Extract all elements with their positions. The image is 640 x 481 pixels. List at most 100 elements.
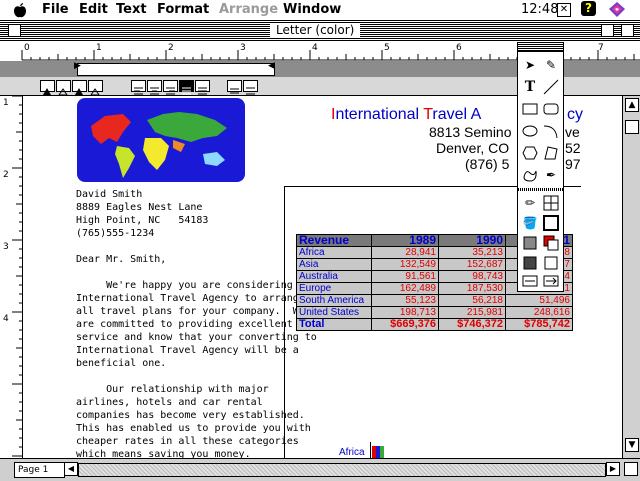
align-right-icon[interactable] [163,80,178,95]
tab-left-icon[interactable] [40,80,55,95]
table-total-cell[interactable]: $746,372 [438,318,506,331]
window-close-box[interactable] [8,24,21,37]
spacing-single-icon[interactable] [227,80,242,94]
table-cell[interactable]: 35,213 [438,246,506,259]
palette-drag-bar[interactable] [518,43,563,52]
eyedropper-tool-icon[interactable]: ✎ [541,55,561,75]
tab-right-icon[interactable] [72,80,87,95]
table-cell[interactable]: 187,530 [438,282,506,295]
tab-center-icon[interactable] [56,80,71,96]
arrowhead-tool-icon[interactable] [541,271,561,291]
table-cell-region[interactable]: Australia [296,270,372,283]
oval-tool-icon[interactable] [520,121,540,141]
table-total-row[interactable]: Total $669,376 $746,372 $785,742 [296,318,573,331]
paragraph-2-line-3: companies has become very established. [76,410,305,421]
menu-file[interactable]: File [42,2,69,17]
menu-edit[interactable]: Edit [79,2,108,17]
scroll-up-arrow-icon[interactable]: ▲ [625,98,639,112]
gradient-tool-icon[interactable] [520,253,540,273]
window-title: Letter (color) [270,23,361,37]
window-zoom-box[interactable] [601,24,614,37]
vertical-ruler[interactable]: 1 2 3 4 [0,96,23,458]
line-tool-icon[interactable] [541,77,561,97]
grid-tool-icon[interactable] [541,193,561,213]
table-row[interactable]: South America 55,123 56,218 51,496 [296,294,573,307]
application-menu-icon[interactable] [608,1,626,18]
menu-arrange[interactable]: Arrange [219,2,278,17]
spacing-double-icon[interactable] [243,80,258,95]
table-cell[interactable]: 56,218 [438,294,506,307]
paragraph-2-line-4: This has enabled us to provide you with [76,423,311,434]
rounded-rectangle-tool-icon[interactable] [541,99,561,119]
line-width-tool-icon[interactable] [541,253,561,273]
table-row[interactable]: United States 198,713 215,981 248,616 [296,306,573,319]
resize-box-icon[interactable] [624,462,638,476]
table-cell[interactable]: 51,496 [505,294,573,307]
rectangle-tool-icon[interactable] [520,99,540,119]
align-full-icon[interactable] [195,80,210,95]
align-justify-icon[interactable] [179,80,194,95]
table-cell[interactable]: 198,713 [371,306,439,319]
page-indicator[interactable]: Page 1 [14,462,65,478]
apple-menu-icon[interactable] [12,2,28,18]
pattern-tool-icon[interactable] [520,233,540,253]
arrow-tool-icon[interactable]: ➤ [520,55,540,75]
right-indent-marker-icon[interactable]: ◀ [268,61,275,71]
line-style-tool-icon[interactable] [520,271,540,291]
table-cell[interactable]: 55,123 [371,294,439,307]
menu-window[interactable]: Window [283,2,341,17]
help-icon[interactable]: ? [581,1,596,16]
recipient-name: David Smith [76,189,143,200]
scroll-thumb[interactable] [625,120,639,134]
ruler-number-2: 2 [168,43,174,53]
freehand-polygon-tool-icon[interactable] [541,143,561,163]
paragraph-1-line-4: are committed to providing excellent [76,319,293,330]
bezier-tool-icon[interactable]: ✒ [541,165,561,185]
table-cell-region[interactable]: United States [296,306,372,319]
freehand-tool-icon[interactable] [520,165,540,185]
table-total-label[interactable]: Total [296,318,372,331]
text-tool-icon[interactable]: T [520,77,540,97]
table-cell-region[interactable]: South America [296,294,372,307]
scroll-left-arrow-icon[interactable]: ◀ [64,462,78,476]
close-box-icon[interactable]: ✕ [557,3,571,17]
window-title-bar[interactable]: Letter (color) [0,21,640,41]
table-total-cell[interactable]: $669,376 [371,318,439,331]
table-cell-region[interactable]: Europe [296,282,372,295]
paragraph-2-line-5: cheaper rates in all these categories [76,436,299,447]
table-cell[interactable]: 215,981 [438,306,506,319]
chart-label-africa: Africa [339,447,365,458]
horizontal-scroll-track[interactable] [78,463,606,477]
vertical-scrollbar[interactable]: ▲ ▼ [622,96,640,458]
color-palette-tool-icon[interactable] [541,233,561,253]
table-cell[interactable]: 28,941 [371,246,439,259]
fill-color-swatch-icon[interactable] [541,213,561,233]
table-total-cell[interactable]: $785,742 [505,318,573,331]
window-collapse-box[interactable] [621,24,634,37]
table-cell[interactable]: 98,743 [438,270,506,283]
address-line2: Denver, CO [436,140,510,156]
text-column-margins[interactable] [77,63,275,76]
table-cell-region[interactable]: Africa [296,246,372,259]
polygon-tool-icon[interactable] [520,143,540,163]
table-cell[interactable]: 162,489 [371,282,439,295]
align-center-icon[interactable] [147,80,162,95]
table-cell[interactable]: 132,549 [371,258,439,271]
tab-decimal-icon[interactable] [88,80,103,96]
vruler-number-2: 2 [3,170,9,180]
menu-text[interactable]: Text [116,2,147,17]
table-cell[interactable]: 248,616 [505,306,573,319]
table-cell[interactable]: 91,561 [371,270,439,283]
pencil-tool-icon[interactable]: ✏ [520,193,540,213]
ruler-number-5: 5 [384,43,390,53]
salutation: Dear Mr. Smith, [76,254,167,265]
scroll-right-arrow-icon[interactable]: ▶ [606,462,620,476]
table-cell-region[interactable]: Asia [296,258,372,271]
align-left-icon[interactable] [131,80,146,95]
menu-format[interactable]: Format [157,2,209,17]
table-cell[interactable]: 152,687 [438,258,506,271]
scroll-down-arrow-icon[interactable]: ▼ [625,438,639,452]
left-indent-marker-icon[interactable]: ▶ [74,61,81,71]
paint-bucket-icon[interactable]: 🪣 [520,213,540,233]
arc-tool-icon[interactable] [541,121,561,141]
